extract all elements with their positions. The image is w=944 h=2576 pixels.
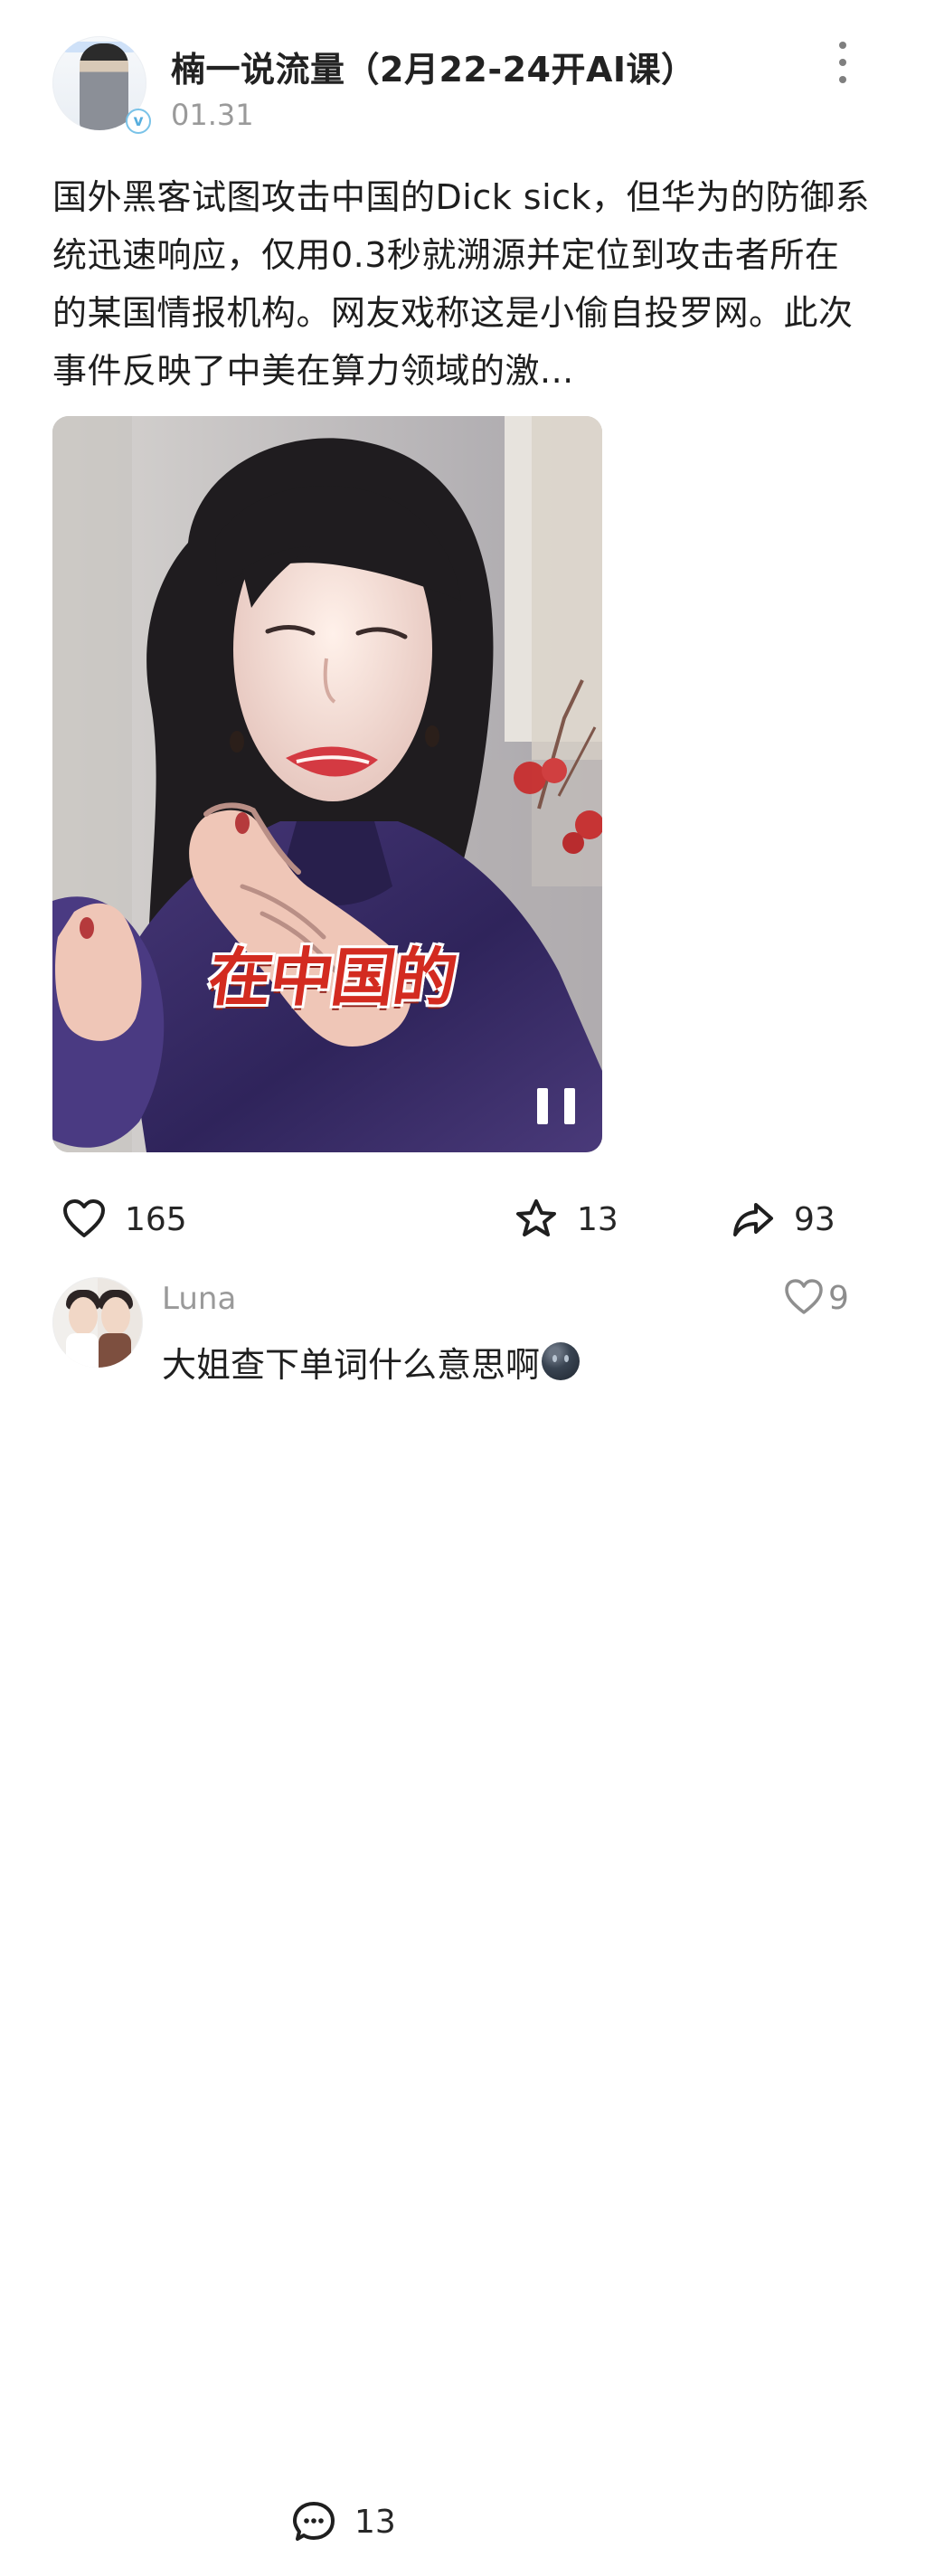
avatar-body — [99, 1333, 131, 1368]
comment-body-text: 大姐查下单词什么意思啊 — [162, 1345, 541, 1385]
comment-count: 13 — [354, 2503, 396, 2541]
heart-icon — [63, 1199, 105, 1237]
video-frame — [52, 416, 602, 1152]
more-dot-icon — [839, 76, 846, 83]
author-name[interactable]: 楠一说流量（2月22-24开AI课） — [171, 42, 804, 91]
like-count: 165 — [125, 1200, 187, 1238]
comment-icon — [293, 2502, 335, 2541]
comment-like-button[interactable]: 9 — [783, 1275, 849, 1321]
comment-like-count: 9 — [828, 1279, 849, 1317]
more-dot-icon — [839, 59, 846, 66]
avatar-person — [80, 43, 128, 130]
post-header: v 楠一说流量（2月22-24开AI课） 01.31 — [52, 36, 902, 145]
favorite-button[interactable]: 13 — [514, 1192, 618, 1246]
share-count: 93 — [794, 1200, 835, 1238]
pause-icon[interactable] — [537, 1088, 575, 1124]
video-caption: 在中国的 — [203, 940, 461, 1015]
favorite-count: 13 — [577, 1200, 618, 1238]
post-date: 01.31 — [171, 98, 254, 132]
more-dot-icon — [839, 42, 846, 49]
avatar-face — [69, 1297, 98, 1335]
avatar-face — [101, 1297, 130, 1335]
avatar-body — [66, 1333, 99, 1368]
pause-bar-icon — [537, 1088, 548, 1124]
more-options-button[interactable] — [830, 42, 855, 83]
comment-username[interactable]: Luna — [162, 1281, 236, 1317]
heart-icon — [785, 1279, 823, 1314]
post-content[interactable]: 国外黑客试图攻击中国的Dick sick，但华为的防御系统迅速响应，仅用0.3秒… — [52, 168, 871, 400]
post-actions: 165 13 13 93 — [61, 1192, 848, 2541]
like-button[interactable]: 165 — [61, 1192, 187, 1246]
verified-badge: v — [126, 109, 151, 134]
comment-button[interactable]: 13 — [291, 2467, 944, 2576]
pause-bar-icon — [564, 1088, 575, 1124]
comment-item: Luna 大姐查下单词什么意思啊 9 — [52, 1275, 866, 1387]
black-face-emoji-icon — [542, 1342, 581, 1380]
video-player[interactable]: 在中国的 — [52, 416, 602, 1152]
share-icon — [733, 1203, 773, 1236]
comment-avatar[interactable] — [52, 1277, 143, 1368]
star-icon — [516, 1199, 556, 1236]
share-button[interactable]: 93 — [731, 1192, 835, 1246]
comment-text: 大姐查下单词什么意思啊 — [162, 1337, 581, 1387]
